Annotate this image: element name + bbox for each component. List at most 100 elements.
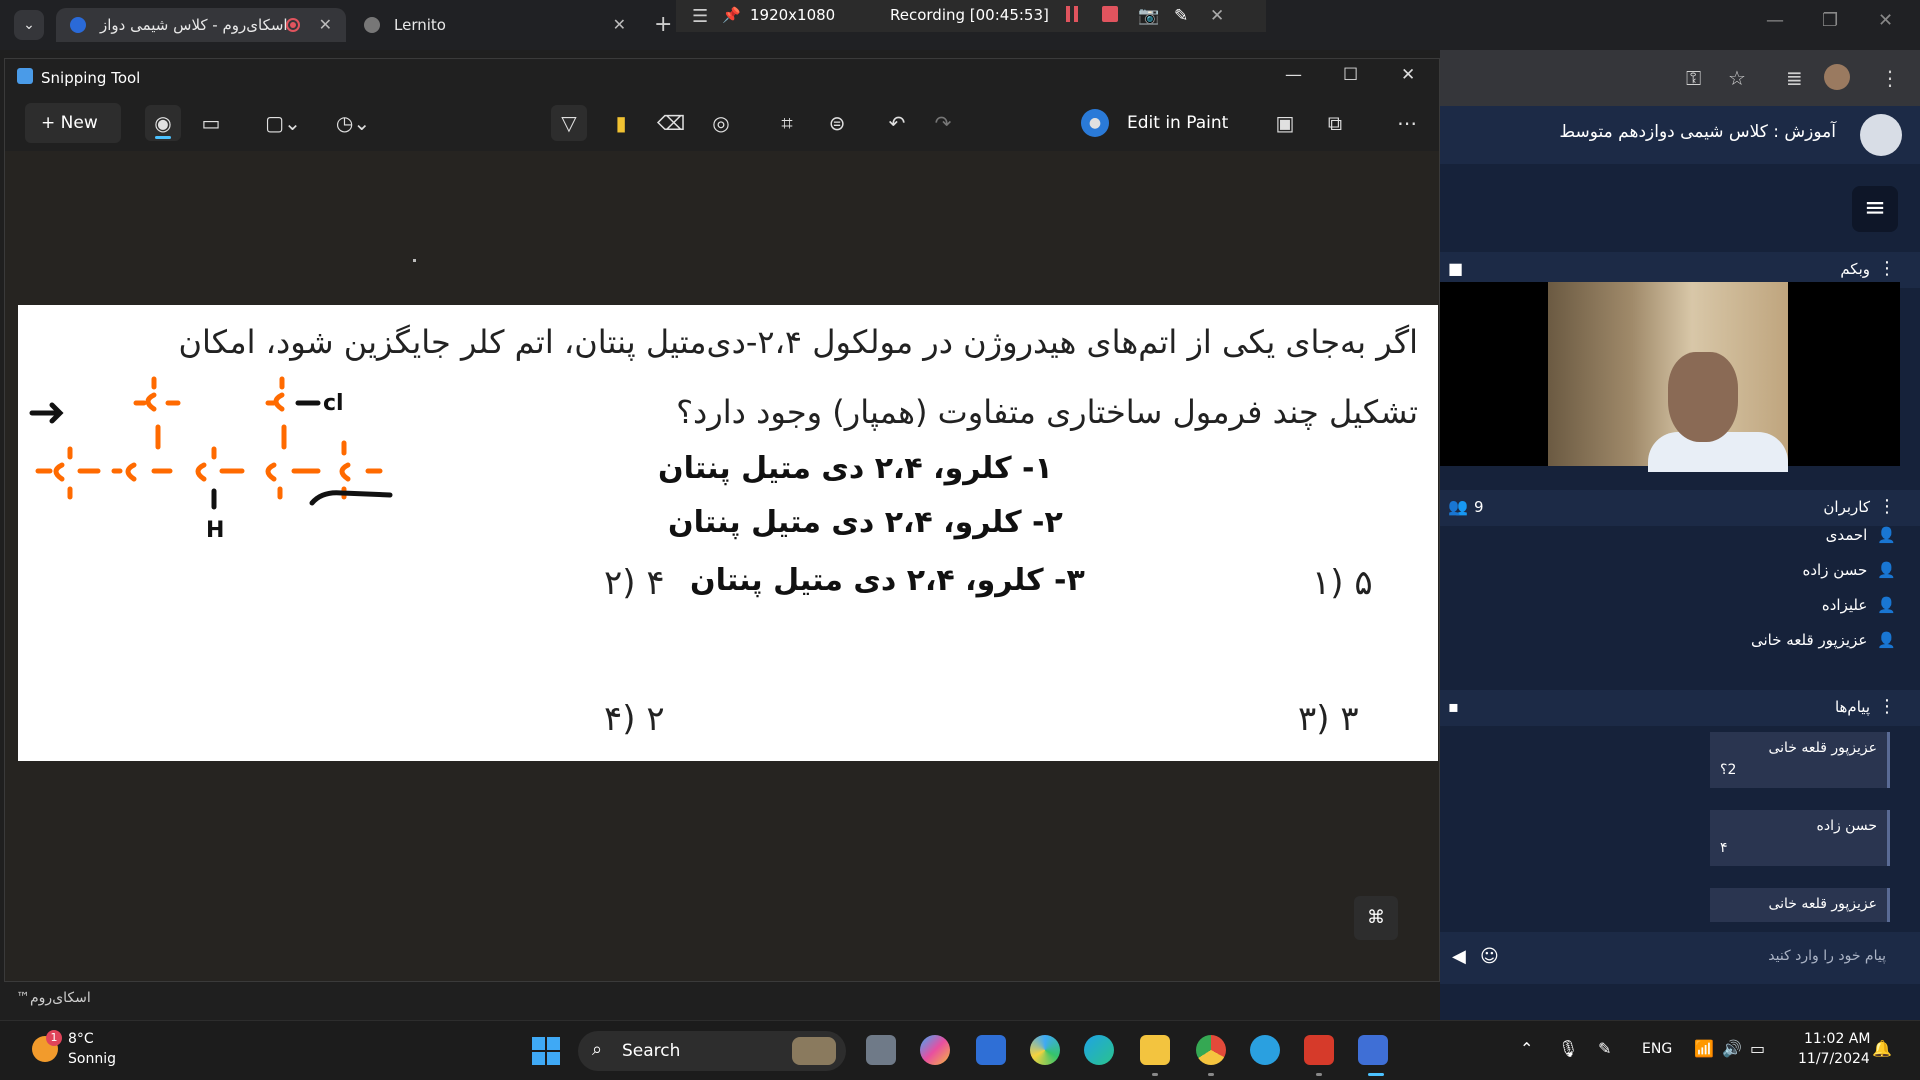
list-item[interactable]: 👤علیزاده	[1822, 596, 1896, 626]
clock-date[interactable]: 11/7/2024	[1798, 1051, 1870, 1067]
users-options-icon[interactable]: ⋮	[1878, 496, 1896, 517]
webcam-video	[1440, 282, 1900, 472]
highlighter-tool-button[interactable]: ▮	[603, 105, 639, 141]
telegram-icon[interactable]	[1250, 1035, 1280, 1065]
emoji-icon[interactable]: ☺	[1480, 946, 1499, 967]
shapes-tool-button[interactable]: ◎	[703, 105, 739, 141]
pen-tool-button[interactable]: ▽	[551, 105, 587, 141]
close-tab-icon[interactable]: ✕	[319, 8, 332, 42]
skyroom-panel: آموزش : کلاس شیمی دوازدهم متوسط ≡ وبکم ⋮…	[1440, 106, 1920, 1020]
handwritten-answer-3: ۳- کلرو، ۲،۴ دی متیل پنتان	[690, 563, 1085, 598]
copy-icon[interactable]: ⧉	[1317, 105, 1353, 141]
message-author: عزیزپور قلعه خانی	[1768, 896, 1877, 912]
close-window-icon[interactable]: ✕	[1401, 65, 1415, 85]
undo-icon[interactable]: ↶	[879, 105, 915, 141]
video-mode-button[interactable]: ▭	[193, 105, 229, 141]
list-icon[interactable]: ☰	[692, 6, 708, 27]
pdf-reader-icon[interactable]	[1304, 1035, 1334, 1065]
search-icon: ⌕	[592, 1039, 603, 1060]
language-indicator[interactable]: ENG	[1642, 1041, 1672, 1057]
tab-list-button[interactable]: ⌄	[14, 10, 44, 40]
minimize-icon[interactable]: —	[1766, 10, 1784, 31]
edge-dev-icon[interactable]	[1030, 1035, 1060, 1065]
text-actions-button[interactable]: ⊜	[819, 105, 855, 141]
rectangle-mode-dropdown[interactable]: ▢⌄	[261, 105, 305, 141]
stop-recording-icon[interactable]	[1102, 6, 1118, 22]
option-1: ۵ (۱	[1312, 563, 1373, 603]
tab-lernito[interactable]: Lernito ✕	[350, 8, 640, 42]
close-recorder-icon[interactable]: ✕	[1210, 6, 1224, 26]
media-controls-icon[interactable]: ≣	[1786, 66, 1803, 90]
save-icon[interactable]: ▣	[1267, 105, 1303, 141]
skyroom-favicon-icon	[70, 17, 86, 33]
task-view-icon[interactable]	[866, 1035, 896, 1065]
weather-temp[interactable]: 8°C	[68, 1031, 94, 1047]
volume-icon[interactable]: 🔊	[1722, 1039, 1742, 1058]
camera-icon[interactable]: 📷	[1138, 6, 1159, 26]
crop-tool-button[interactable]: ⌗	[769, 105, 805, 141]
pen-settings-icon[interactable]: ✎	[1598, 1039, 1611, 1058]
new-tab-button[interactable]: +	[654, 12, 672, 37]
minimize-icon[interactable]: —	[1285, 65, 1302, 85]
close-window-icon[interactable]: ✕	[1878, 10, 1893, 31]
text-recognition-button[interactable]: ⌘	[1354, 896, 1398, 940]
tab-skyroom[interactable]: اسکای‌روم - کلاس شیمی دواز ✕	[56, 8, 346, 42]
messages-section-header: پیام‌ها ⋮ ▪	[1440, 690, 1920, 726]
wifi-icon[interactable]: 📶	[1694, 1039, 1714, 1058]
globe-icon	[364, 17, 380, 33]
screenshot-mode-button[interactable]: ◉	[145, 105, 181, 141]
more-options-icon[interactable]: ⋯	[1389, 105, 1425, 141]
notification-bell-icon[interactable]: 🔔	[1872, 1039, 1892, 1058]
recording-status: Recording [00:45:53]	[890, 6, 1049, 24]
messages-options-icon[interactable]: ⋮	[1878, 696, 1896, 717]
more-icon[interactable]: ⋮	[1880, 66, 1900, 90]
plus-icon: +	[41, 113, 61, 133]
chevron-up-icon[interactable]: ⌃	[1520, 1039, 1533, 1058]
pen-icon[interactable]: ✎	[1174, 6, 1188, 26]
list-item[interactable]: 👤عزیزپور قلعه خانی	[1751, 631, 1896, 661]
app-indicator-active	[1368, 1073, 1384, 1076]
battery-icon[interactable]: ▭	[1750, 1039, 1765, 1058]
option-2: ۴ (۲	[604, 563, 665, 603]
message-input-bar: پیام خود را وارد کنید ◀ ☺	[1440, 932, 1920, 984]
clock-time[interactable]: 11:02 AM	[1804, 1031, 1870, 1047]
weather-desc[interactable]: Sonnig	[68, 1051, 116, 1067]
message-text: ۴	[1720, 840, 1728, 856]
snipping-tool-taskbar-icon[interactable]	[1358, 1035, 1388, 1065]
microphone-icon[interactable]: 🎙	[1558, 1039, 1578, 1058]
search-box[interactable]: ⌕ Search	[578, 1031, 846, 1071]
star-icon[interactable]: ☆	[1728, 66, 1746, 90]
class-title: آموزش : کلاس شیمی دوازدهم متوسط	[1559, 122, 1836, 142]
pause-recording-icon[interactable]	[1066, 6, 1078, 22]
restore-icon[interactable]: ❐	[1822, 10, 1838, 31]
eraser-tool-button[interactable]: ⌫	[653, 105, 689, 141]
webcam-options-icon[interactable]: ⋮	[1878, 258, 1896, 279]
chrome-icon[interactable]	[1196, 1035, 1226, 1065]
start-icon[interactable]	[532, 1037, 560, 1065]
messages-label: پیام‌ها	[1834, 698, 1870, 716]
redo-icon[interactable]: ↷	[925, 105, 961, 141]
maximize-icon[interactable]: ☐	[1343, 65, 1358, 85]
profile-avatar[interactable]	[1824, 64, 1850, 90]
list-item[interactable]: 👤حسن زاده	[1803, 561, 1896, 591]
close-tab-icon[interactable]: ✕	[613, 8, 626, 42]
edge-icon[interactable]	[1084, 1035, 1114, 1065]
copilot-icon[interactable]	[920, 1035, 950, 1065]
key-icon[interactable]: ⚿	[1686, 66, 1701, 90]
chat-icon: ▪	[1448, 697, 1459, 716]
delay-dropdown[interactable]: ◷⌄	[331, 105, 375, 141]
pin-icon[interactable]: 📌	[722, 6, 741, 24]
send-icon[interactable]: ◀	[1452, 946, 1466, 967]
file-explorer-icon[interactable]	[1140, 1035, 1170, 1065]
store-icon[interactable]	[976, 1035, 1006, 1065]
weather-badge: 1	[46, 1030, 62, 1046]
question-line-2: تشکیل چند فرمول ساختاری متفاوت (همپار) و…	[676, 393, 1418, 431]
message-input[interactable]: پیام خود را وارد کنید	[1768, 948, 1886, 964]
new-snip-button[interactable]: + New	[25, 103, 121, 143]
hamburger-menu-button[interactable]: ≡	[1852, 186, 1898, 232]
edit-in-paint-button[interactable]: Edit in Paint	[1127, 113, 1228, 133]
list-item[interactable]: 👤احمدی	[1826, 526, 1896, 556]
handwritten-answer-1: ۱- کلرو، ۲،۴ دی متیل پنتان	[658, 451, 1053, 486]
carbon-2	[125, 462, 137, 482]
snip-toolbar: + New ◉ ▭ ▢⌄ ◷⌄ ▽ ▮ ⌫ ◎ ⌗ ⊜ ↶ ↷ ● Edit i…	[5, 95, 1441, 151]
